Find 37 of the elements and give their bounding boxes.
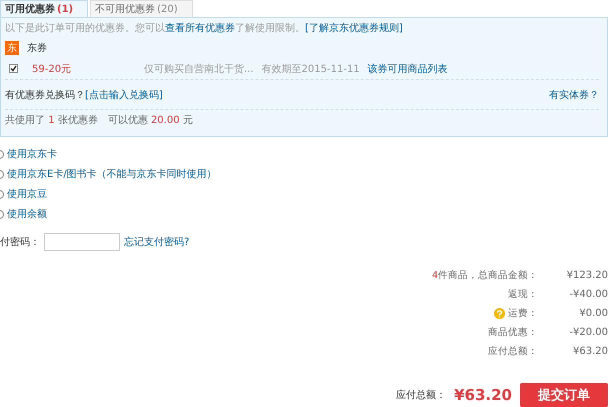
submit-order-button[interactable]: 提交订单	[520, 383, 608, 407]
total-value: ¥123.20	[566, 270, 608, 281]
coupon-scope: 仅可购买自营南北干货...	[144, 62, 254, 76]
intro-text: 以下是此订单可用的优惠券。您可以查看所有优惠券了解使用限制。[了解京东优惠券规则]	[5, 22, 404, 36]
total-value: ¥0.00	[579, 308, 608, 319]
total-value: -¥20.00	[569, 327, 608, 338]
coupon-group-title: 东券	[27, 42, 47, 55]
coupon-summary: 共使用了 1 张优惠券 可以优惠 20.00 元	[5, 114, 194, 128]
exchange-text: 有优惠券兑换码？[点击输入兑换码]	[5, 88, 163, 102]
total-label: 商品优惠：	[488, 326, 538, 339]
coupon-tab[interactable]: 不可用优惠券 (20)	[90, 0, 193, 17]
physical-coupon-link[interactable]: 有实体券？	[549, 88, 599, 102]
total-label: 返现：	[508, 288, 538, 301]
total-label: 应付总额：	[488, 345, 538, 358]
total-label: 运费：	[508, 307, 538, 320]
password-field[interactable]	[44, 233, 120, 251]
view-coupons-link[interactable]: 查看所有优惠券	[165, 23, 235, 34]
payment-option-label[interactable]: 使用余额	[7, 207, 47, 221]
exchange-code-link[interactable]: [点击输入兑换码]	[85, 90, 163, 100]
help-icon[interactable]	[494, 308, 505, 319]
coupon-checkbox[interactable]	[9, 64, 18, 73]
payment-option-label[interactable]: 使用京东卡	[7, 147, 57, 161]
total-value: ¥63.20	[573, 346, 608, 357]
payment-option-label[interactable]: 使用京豆	[7, 187, 47, 201]
total-value: -¥40.00	[569, 289, 608, 300]
coupon-amount: 59-20元	[32, 62, 72, 76]
coupon-validity: 有效期至2015-11-11	[262, 62, 360, 76]
coupon-tab[interactable]: 可用优惠券 (1)	[0, 0, 88, 17]
footer-total-label: 应付总额：	[396, 388, 446, 402]
coupon-products-link[interactable]: 该券可用商品列表	[368, 62, 448, 76]
total-label: 4件商品，总商品金额：	[432, 269, 538, 282]
coupon-rules-link[interactable]: [了解京东优惠券规则]	[305, 23, 403, 34]
password-label: 付密码：	[0, 236, 40, 249]
forgot-password-link[interactable]: 忘记支付密码?	[124, 235, 190, 249]
coupon-type-badge: 东	[5, 41, 19, 55]
payment-option-label[interactable]: 使用京东E卡/图书卡（不能与京东卡同时使用）	[7, 167, 217, 181]
footer-total-amount: ¥63.20	[454, 386, 512, 404]
